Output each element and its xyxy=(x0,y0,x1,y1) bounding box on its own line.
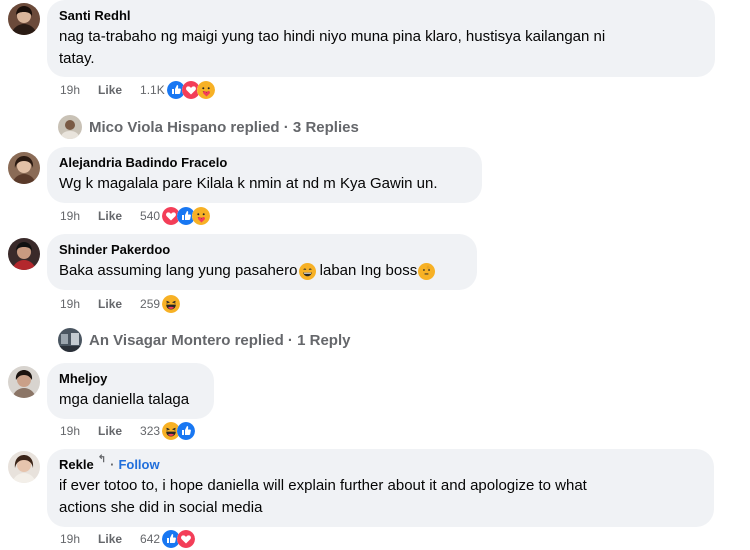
comment-timestamp[interactable]: 19h xyxy=(60,297,80,311)
replier-avatar xyxy=(58,115,82,139)
like-button[interactable]: Like xyxy=(98,83,122,97)
avatar[interactable] xyxy=(8,3,40,35)
reaction-icons[interactable] xyxy=(162,530,196,548)
like-reaction-icon xyxy=(177,422,196,440)
reaction-icons[interactable] xyxy=(162,295,181,313)
comment-author[interactable]: Mheljoy xyxy=(59,370,202,387)
comment-text-part: Baka assuming lang yung pasahero xyxy=(59,262,298,279)
care-reaction-icon xyxy=(192,207,211,225)
like-button[interactable]: Like xyxy=(98,209,122,223)
comment-bubble: Alejandria Badindo Fracelo Wg k magalala… xyxy=(47,147,482,203)
like-button[interactable]: Like xyxy=(98,532,122,546)
comment-bubble: Rekle ↰ · Follow if ever totoo to, i hop… xyxy=(47,449,714,527)
reaction-count[interactable]: 259 xyxy=(140,297,160,311)
replies-label: An Visagar Montero replied · 1 Reply xyxy=(89,331,351,349)
comment-author[interactable]: Rekle xyxy=(59,456,94,473)
comment-actions: 19h Like 642 xyxy=(60,530,196,548)
reaction-icons[interactable] xyxy=(162,422,196,440)
comment-timestamp[interactable]: 19h xyxy=(60,83,80,97)
comment-bubble: Mheljoy mga daniella talaga xyxy=(47,363,214,419)
comment-author[interactable]: Santi Redhl xyxy=(59,7,703,24)
avatar[interactable] xyxy=(8,451,40,483)
comment-text: nag ta-trabaho ng maigi yung tao hindi n… xyxy=(59,28,606,45)
avatar[interactable] xyxy=(8,238,40,270)
comment-author[interactable]: Shinder Pakerdoo xyxy=(59,241,465,258)
comment-bubble: Shinder Pakerdoo Baka assuming lang yung… xyxy=(47,234,477,290)
comment-text: Baka assuming lang yung pasahero laban I… xyxy=(59,260,465,282)
replier-avatar xyxy=(58,328,82,352)
saluting-emoji-icon xyxy=(418,263,435,280)
reaction-icons[interactable] xyxy=(166,81,215,99)
haha-reaction-icon xyxy=(162,295,181,313)
comment-text: actions she did in social media xyxy=(59,499,263,516)
reaction-icons[interactable] xyxy=(162,207,211,225)
reaction-count[interactable]: 642 xyxy=(140,532,160,546)
follow-button[interactable]: Follow xyxy=(118,456,159,473)
comment-text: tatay. xyxy=(59,50,95,67)
view-replies-link[interactable]: An Visagar Montero replied · 1 Reply xyxy=(58,328,350,352)
comment-author[interactable]: Alejandria Badindo Fracelo xyxy=(59,154,470,171)
avatar[interactable] xyxy=(8,366,40,398)
like-button[interactable]: Like xyxy=(98,424,122,438)
edited-arrow-icon: ↰ xyxy=(97,454,107,465)
comment-author-row: Rekle ↰ · Follow xyxy=(59,454,702,473)
follow-separator: · xyxy=(110,457,115,472)
like-button[interactable]: Like xyxy=(98,297,122,311)
reaction-count[interactable]: 540 xyxy=(140,209,160,223)
comment-bubble: Santi Redhl nag ta-trabaho ng maigi yung… xyxy=(47,0,715,77)
replies-label: Mico Viola Hispano replied · 3 Replies xyxy=(89,118,359,136)
comment-actions: 19h Like 1.1K xyxy=(60,81,215,99)
love-reaction-icon xyxy=(177,530,196,548)
comment-actions: 19h Like 259 xyxy=(60,295,181,313)
comment-text: if ever totoo to, i hope daniella will e… xyxy=(59,477,587,494)
comment-actions: 19h Like 540 xyxy=(60,207,211,225)
view-replies-link[interactable]: Mico Viola Hispano replied · 3 Replies xyxy=(58,115,359,139)
comment-actions: 19h Like 323 xyxy=(60,422,196,440)
comment-text: Wg k magalala pare Kilala k nmin at nd m… xyxy=(59,175,438,192)
comment-text-part: laban Ing boss xyxy=(315,262,418,279)
comment-timestamp[interactable]: 19h xyxy=(60,532,80,546)
comment-timestamp[interactable]: 19h xyxy=(60,424,80,438)
avatar[interactable] xyxy=(8,152,40,184)
reaction-count[interactable]: 1.1K xyxy=(140,83,165,97)
care-reaction-icon xyxy=(196,81,215,99)
comment-timestamp[interactable]: 19h xyxy=(60,209,80,223)
reaction-count[interactable]: 323 xyxy=(140,424,160,438)
grinning-emoji-icon xyxy=(299,263,316,280)
comment-text: mga daniella talaga xyxy=(59,391,190,408)
